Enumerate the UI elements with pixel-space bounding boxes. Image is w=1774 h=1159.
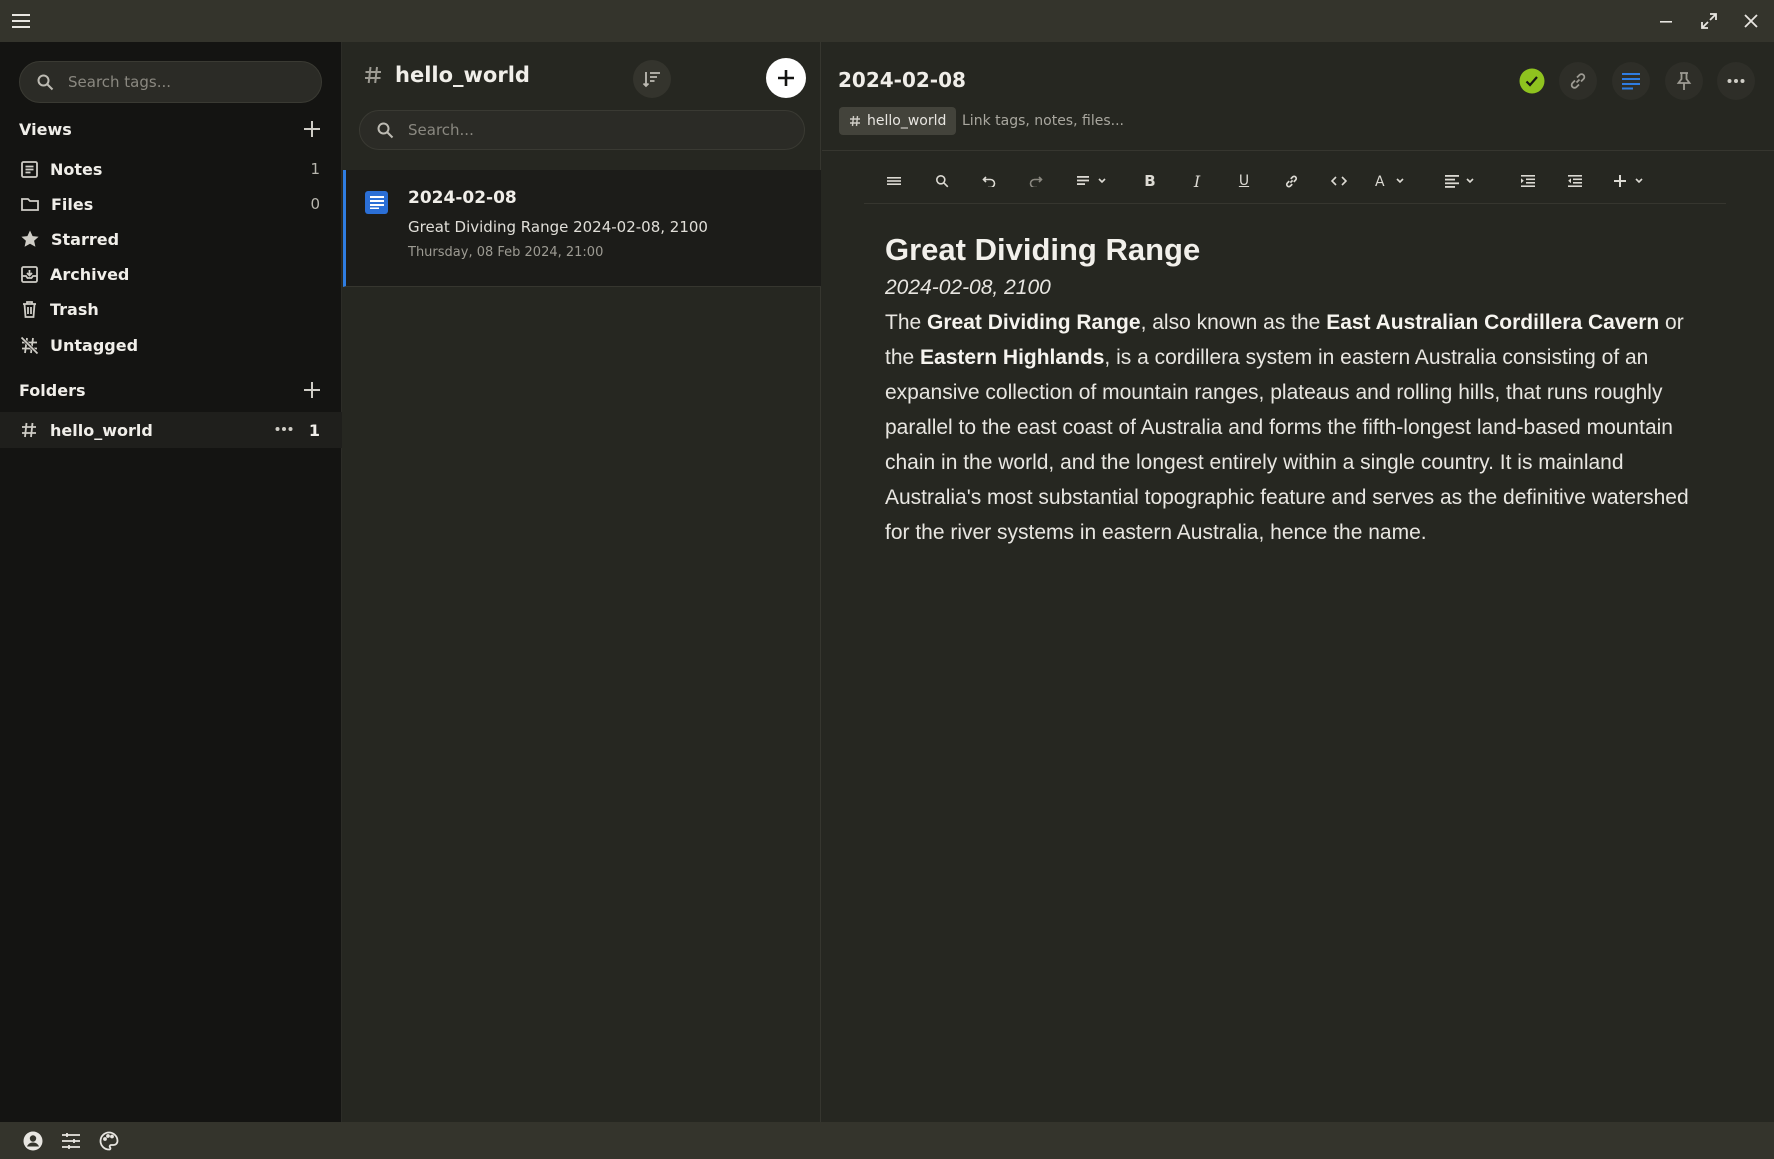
sidebar-item-count: 1 <box>310 160 320 178</box>
sidebar-item-label: Files <box>51 194 94 214</box>
code-icon[interactable] <box>1325 158 1353 204</box>
close-icon[interactable] <box>1731 0 1771 42</box>
indent-icon[interactable] <box>1514 158 1542 204</box>
link-icon <box>1568 71 1588 91</box>
minimize-icon[interactable] <box>1646 0 1686 42</box>
tag-search-box[interactable] <box>19 61 322 103</box>
sidebar-item-trash[interactable]: Trash <box>0 292 342 326</box>
hash-icon <box>20 421 38 439</box>
pin-button[interactable] <box>1665 62 1703 100</box>
tag-chip[interactable]: hello_world <box>839 107 957 135</box>
notes-icon <box>20 160 39 179</box>
sidebar: Views Notes 1 Files 0 Starred Archived <box>0 42 342 1122</box>
archive-icon <box>20 265 39 284</box>
more-options-button[interactable] <box>1717 62 1755 100</box>
note-list-header: hello_world <box>363 58 530 92</box>
maximize-icon[interactable] <box>1689 0 1729 42</box>
content-paragraph: The Great Dividing Range, also known as … <box>885 311 1689 544</box>
underline-icon[interactable]: U <box>1230 158 1258 204</box>
insert-link-icon[interactable] <box>1277 158 1305 204</box>
text-color-dropdown[interactable]: A <box>1369 158 1413 204</box>
toolbar-menu-icon[interactable] <box>880 158 908 204</box>
sidebar-item-starred[interactable]: Starred <box>0 222 342 256</box>
editor-header-divider <box>822 150 1774 151</box>
bold-icon[interactable]: B <box>1136 158 1164 204</box>
svg-text:A: A <box>1375 174 1385 188</box>
status-bar <box>0 1122 1774 1159</box>
note-item-date: Thursday, 08 Feb 2024, 21:00 <box>408 245 604 260</box>
sort-button[interactable] <box>633 60 671 98</box>
search-icon <box>36 73 54 91</box>
italic-icon[interactable]: I <box>1183 158 1211 204</box>
sidebar-item-label: Starred <box>51 229 120 249</box>
undo-icon[interactable] <box>975 158 1003 204</box>
document-lines-icon <box>1621 72 1641 90</box>
sidebar-item-count: 0 <box>310 195 320 213</box>
untagged-icon <box>20 335 39 355</box>
saved-status-button[interactable] <box>1513 62 1551 100</box>
hash-icon <box>363 65 383 85</box>
sidebar-item-label: Archived <box>50 264 130 284</box>
account-icon[interactable] <box>16 1122 50 1159</box>
document-icon <box>365 191 388 214</box>
folder-icon <box>20 195 40 213</box>
sidebar-folder-hello-world[interactable]: hello_world 1 <box>0 412 342 448</box>
note-list-item[interactable]: 2024-02-08 Great Dividing Range 2024-02-… <box>343 170 821 287</box>
link-input[interactable]: Link tags, notes, files... <box>962 107 1124 135</box>
views-header: Views <box>19 117 322 141</box>
sidebar-item-notes[interactable]: Notes 1 <box>0 152 342 186</box>
add-view-button[interactable] <box>302 119 322 139</box>
hamburger-icon[interactable] <box>1 0 41 42</box>
plus-icon <box>776 68 796 88</box>
editor-mode-button[interactable] <box>1612 62 1650 100</box>
hash-icon <box>849 115 861 127</box>
note-list-panel: hello_world 2024-02-08 Great Dividing Ra… <box>343 42 821 1122</box>
content-subheading: 2024-02-08, 2100 <box>885 276 1051 299</box>
content-heading: Great Dividing Range <box>885 232 1201 267</box>
link-button[interactable] <box>1559 62 1597 100</box>
note-search-input[interactable] <box>408 121 768 139</box>
add-folder-button[interactable] <box>302 380 322 400</box>
editor-panel: 2024-02-08 hello_world Link tags, notes,… <box>822 42 1774 1122</box>
tag-chip-label: hello_world <box>867 113 947 129</box>
search-icon <box>376 121 394 139</box>
paragraph-style-dropdown[interactable] <box>1070 158 1114 204</box>
sidebar-item-files[interactable]: Files 0 <box>0 187 342 221</box>
views-heading: Views <box>19 119 72 139</box>
new-note-button[interactable] <box>766 58 806 98</box>
star-icon <box>20 229 40 249</box>
note-content[interactable]: Great Dividing Range 2024-02-08, 2100 Th… <box>885 230 1705 550</box>
sidebar-item-archived[interactable]: Archived <box>0 257 342 291</box>
align-dropdown[interactable] <box>1439 158 1483 204</box>
note-search-box[interactable] <box>359 110 805 150</box>
outdent-icon[interactable] <box>1561 158 1589 204</box>
palette-icon[interactable] <box>92 1122 126 1159</box>
more-horizontal-icon[interactable] <box>275 426 293 432</box>
find-icon[interactable] <box>928 158 956 204</box>
folders-heading: Folders <box>19 380 86 400</box>
note-item-preview: Great Dividing Range 2024-02-08, 2100 <box>408 218 708 236</box>
folder-count: 1 <box>308 420 320 440</box>
formatting-toolbar: B I U A <box>864 158 1726 204</box>
tag-search-input[interactable] <box>68 73 288 91</box>
trash-icon <box>20 300 39 319</box>
title-bar <box>0 0 1774 42</box>
note-item-title: 2024-02-08 <box>408 188 517 208</box>
redo-icon[interactable] <box>1022 158 1050 204</box>
sort-icon <box>642 70 662 88</box>
sidebar-item-label: Untagged <box>50 335 139 355</box>
pin-icon <box>1675 71 1693 91</box>
check-circle-icon <box>1519 68 1545 94</box>
sidebar-item-label: Trash <box>50 299 99 319</box>
note-list-title: hello_world <box>395 63 530 87</box>
folders-header: Folders <box>19 378 322 402</box>
insert-dropdown[interactable] <box>1608 158 1652 204</box>
sidebar-item-label: Notes <box>50 159 103 179</box>
folder-label: hello_world <box>50 420 153 440</box>
note-title[interactable]: 2024-02-08 <box>838 68 966 92</box>
more-horizontal-icon <box>1727 78 1745 84</box>
preferences-icon[interactable] <box>54 1122 88 1159</box>
sidebar-item-untagged[interactable]: Untagged <box>0 328 342 362</box>
